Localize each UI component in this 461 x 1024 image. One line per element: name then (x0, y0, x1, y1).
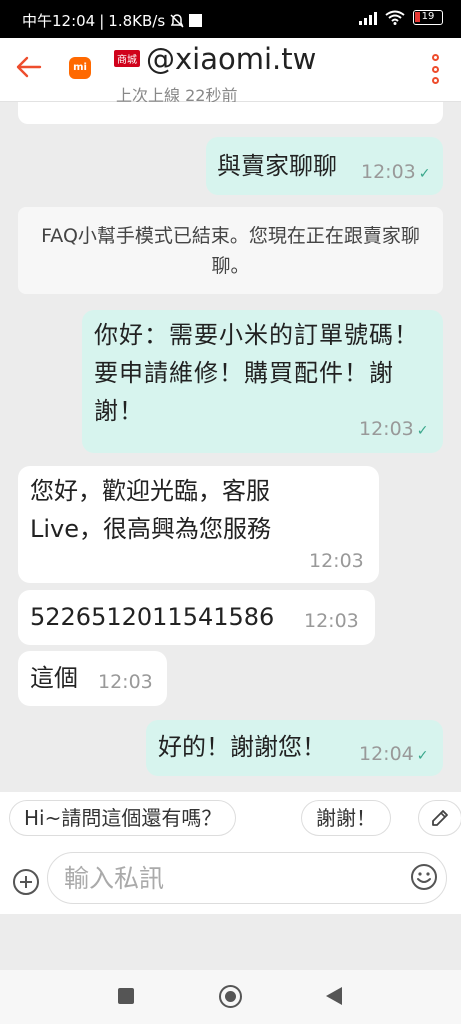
quick-reply-chip[interactable]: Hi~請問這個還有嗎？ (9, 800, 237, 836)
message-text: 5226512011541586 (30, 603, 275, 631)
quick-reply-chip[interactable]: 謝謝！ (301, 800, 391, 836)
message-text: 這個 (30, 664, 78, 692)
wifi-icon (385, 10, 405, 25)
status-bar: 中午12:04 | 1.8KB/s 19 (0, 0, 461, 38)
message-input[interactable] (47, 852, 447, 904)
message-text: 與賣家聊聊 (217, 152, 337, 180)
message-text: 你好：需要小米的訂單號碼！要申請維修！購買配件！謝謝！ (94, 321, 419, 425)
keyboard-spacer (0, 914, 461, 970)
chat-area[interactable]: 與賣家聊聊 12:03 ✓ FAQ小幫手模式已結束。您現在正在跟賣家聊聊。 你好：… (0, 102, 461, 790)
shop-logo[interactable]: mi (69, 57, 91, 79)
chat-header: mi 商城 @xiaomi.tw 上次上線 22秒前 (0, 38, 461, 105)
status-separator: | (99, 11, 105, 30)
notification-square-icon (189, 14, 203, 27)
message-bubble-incoming[interactable]: 您好，歡迎光臨，客服Live，很高興為您服務 12:03 (18, 466, 379, 583)
message-bubble-outgoing[interactable]: 你好：需要小米的訂單號碼！要申請維修！購買配件！謝謝！ 12:03 ✓ (82, 310, 443, 453)
message-time: 12:03 ✓ (361, 161, 431, 183)
message-time: 12:03 (304, 610, 359, 632)
system-notice-text: FAQ小幫手模式已結束。您現在正在跟賣家聊聊。 (41, 225, 420, 277)
shop-name[interactable]: @xiaomi.tw (146, 42, 316, 76)
message-bubble-incoming[interactable]: 這個 12:03 (18, 651, 167, 706)
message-composer (0, 846, 461, 914)
status-left: 中午12:04 | 1.8KB/s (22, 10, 203, 31)
message-bubble-incoming[interactable]: 5226512011541586 12:03 (18, 590, 375, 645)
message-time: 12:03 (309, 550, 364, 572)
home-icon[interactable] (219, 985, 242, 1008)
system-notice: FAQ小幫手模式已結束。您現在正在跟賣家聊聊。 (18, 207, 443, 294)
message-time: 12:03 ✓ (359, 418, 429, 440)
message-time: 12:04 ✓ (359, 743, 429, 765)
more-options-icon[interactable] (431, 54, 439, 84)
edit-icon (432, 810, 448, 826)
system-nav-bar (0, 970, 461, 1024)
quick-replies-bar: Hi~請問這個還有嗎？ 謝謝！ (0, 792, 461, 846)
status-right: 19 (359, 10, 443, 25)
message-bubble-outgoing[interactable]: 好的！謝謝您！ 12:04 ✓ (146, 720, 443, 776)
message-bubble-outgoing[interactable]: 與賣家聊聊 12:03 ✓ (206, 137, 443, 195)
message-text: 您好，歡迎光臨，客服Live，很高興為您服務 (30, 477, 272, 543)
nav-back-icon[interactable] (326, 987, 342, 1005)
read-check-icon: ✓ (416, 423, 429, 439)
mute-alarm-icon (170, 13, 184, 28)
emoji-icon[interactable] (410, 863, 438, 891)
battery-icon: 19 (413, 10, 443, 25)
status-time: 中午12:04 (22, 12, 96, 30)
add-attachment-icon[interactable] (13, 869, 39, 895)
previous-message-bubble (18, 102, 443, 124)
battery-level: 19 (421, 11, 435, 22)
edit-quick-replies-button[interactable] (418, 800, 461, 836)
mall-badge: 商城 (114, 50, 140, 67)
signal-icon (359, 11, 377, 25)
message-time: 12:03 (98, 671, 153, 693)
read-check-icon: ✓ (416, 748, 429, 764)
read-check-icon: ✓ (418, 166, 431, 182)
network-speed: 1.8KB/s (108, 11, 166, 30)
back-arrow-icon[interactable] (14, 52, 44, 82)
message-text: 好的！謝謝您！ (158, 733, 326, 761)
recent-apps-icon[interactable] (118, 988, 134, 1004)
